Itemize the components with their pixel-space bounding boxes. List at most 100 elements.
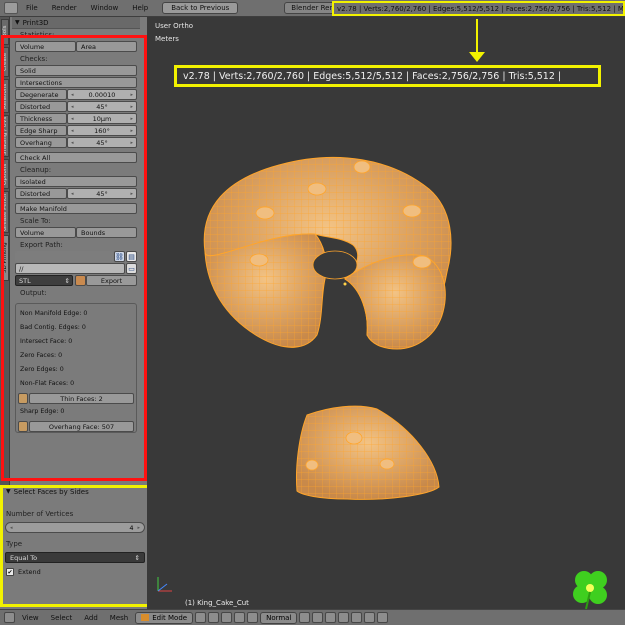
type-select[interactable]: Equal To ⇕ — [5, 552, 145, 563]
face-select-icon[interactable] — [325, 612, 337, 623]
panel-title: Print3D — [22, 18, 49, 27]
vertex-select-icon[interactable] — [299, 612, 311, 623]
distorted-field[interactable]: ◂ 45° ▸ — [67, 101, 137, 112]
output-box: Non Manifold Edge: 0 Bad Contig. Edges: … — [15, 303, 137, 433]
make-manifold-button[interactable]: Make Manifold — [15, 203, 137, 214]
statistics-label: Statistics: — [20, 31, 55, 39]
intersections-button[interactable]: Intersections — [15, 77, 137, 88]
menu-file[interactable]: File — [20, 4, 44, 12]
select-icon — [18, 421, 28, 432]
viewport-header-bar: View Select Add Mesh Edit Mode Normal — [0, 609, 625, 625]
select-icon — [18, 393, 28, 404]
tab-grease-pencil[interactable]: Grease Pencil — [1, 191, 9, 233]
check-all-button[interactable]: Check All — [15, 152, 137, 163]
output-line: Non-Flat Faces: 0 — [20, 380, 75, 387]
export-button[interactable]: Export — [86, 275, 137, 286]
king-cake-ring-mesh[interactable] — [203, 156, 452, 350]
select-faces-operator-panel: ▼ Select Faces by Sides Number of Vertic… — [0, 485, 150, 609]
output-line: Zero Faces: 0 — [20, 352, 63, 359]
3d-viewport[interactable]: User Ortho Meters v2.78 | Verts:2,760/2,… — [147, 17, 625, 609]
output-line: Bad Contig. Edges: 0 — [20, 324, 86, 331]
render-icon[interactable] — [377, 612, 389, 623]
menu-render[interactable]: Render — [46, 4, 83, 12]
king-cake-slice-mesh[interactable] — [296, 405, 440, 500]
edge-sharp-field[interactable]: ◂ 160° ▸ — [67, 125, 137, 136]
menu-view[interactable]: View — [17, 614, 44, 622]
scale-bounds-button[interactable]: Bounds — [76, 227, 137, 238]
mode-select[interactable]: Edit Mode — [135, 611, 194, 624]
checkmark-icon: ✔ — [6, 568, 14, 576]
output-line: Sharp Edge: 0 — [20, 408, 65, 415]
edit-mode-icon — [141, 614, 150, 621]
export-path-label: Export Path: — [20, 241, 63, 249]
orientation-select[interactable]: Normal — [260, 611, 298, 624]
back-to-previous-button[interactable]: Back to Previous — [162, 2, 239, 14]
menu-mesh[interactable]: Mesh — [105, 614, 133, 622]
thickness-button[interactable]: Thickness — [15, 113, 67, 124]
collapse-triangle-icon: ▼ — [15, 19, 20, 26]
output-line: Zero Edges: 0 — [20, 366, 64, 373]
tab-create[interactable]: Create — [1, 47, 9, 77]
tab-tools[interactable]: Tools — [1, 19, 9, 45]
manipulator-icon[interactable] — [221, 612, 233, 623]
blender-window: File Render Window Help Back to Previous… — [0, 0, 625, 625]
edge-sharp-button[interactable]: Edge Sharp — [15, 125, 67, 136]
file-browser-icon[interactable]: ▤ — [126, 251, 137, 262]
collapse-triangle-icon: ▼ — [6, 488, 11, 495]
scale-volume-button[interactable]: Volume — [15, 227, 76, 238]
degenerate-button[interactable]: Degenerate — [15, 89, 67, 100]
print3d-panel: ▼ Print3D Statistics: Volume Area Checks… — [12, 17, 140, 433]
volume-button[interactable]: Volume — [15, 41, 76, 52]
tab-options[interactable]: Options — [1, 159, 9, 189]
operator-panel-header[interactable]: ▼ Select Faces by Sides — [0, 485, 150, 498]
dropdown-arrows-icon: ⇕ — [64, 276, 70, 285]
axis-gizmo-icon — [157, 577, 172, 592]
cleanup-distorted-field[interactable]: ◂ 45° ▸ — [67, 188, 137, 199]
overhang-faces-button[interactable]: Overhang Face: 507 — [29, 421, 134, 432]
edge-select-icon[interactable] — [312, 612, 324, 623]
proportional-edit-icon[interactable] — [351, 612, 363, 623]
editor-type-icon[interactable] — [4, 2, 18, 14]
export-path-input[interactable]: // — [15, 263, 125, 274]
folder-icon[interactable]: ▭ — [126, 263, 137, 274]
cleanup-distorted-button[interactable]: Distorted — [15, 188, 67, 199]
rotate-icon[interactable] — [247, 612, 259, 623]
thin-faces-button[interactable]: Thin Faces: 2 — [29, 393, 134, 404]
tab-relations[interactable]: Relations — [1, 79, 9, 113]
print3d-panel-header[interactable]: ▼ Print3D — [12, 17, 140, 29]
isolated-button[interactable]: Isolated — [15, 176, 137, 187]
tab-shading-uvs[interactable]: Shading / UVs — [1, 115, 9, 157]
menu-help[interactable]: Help — [126, 4, 154, 12]
extend-checkbox[interactable]: ✔ Extend — [6, 568, 144, 576]
solid-button[interactable]: Solid — [15, 65, 137, 76]
thickness-field[interactable]: ◂ 10µm ▸ — [67, 113, 137, 124]
tab-3d-printing[interactable]: 3D Printing — [1, 235, 9, 281]
overhang-button[interactable]: Overhang — [15, 137, 67, 148]
num-vertices-label: Number of Vertices — [6, 510, 74, 518]
menu-add[interactable]: Add — [79, 614, 103, 622]
export-format-select[interactable]: STL ⇕ — [15, 275, 73, 286]
distorted-button[interactable]: Distorted — [15, 101, 67, 112]
num-vertices-slider[interactable]: ◂ 4 ▸ — [5, 522, 145, 533]
type-label: Type — [6, 540, 23, 548]
menu-window[interactable]: Window — [85, 4, 125, 12]
pivot-icon[interactable] — [208, 612, 220, 623]
output-line: Intersect Face: 0 — [20, 338, 73, 345]
mesh-drawing — [203, 156, 452, 500]
link-icon[interactable]: ⛓ — [114, 251, 125, 262]
snap-icon[interactable] — [364, 612, 376, 623]
degenerate-field[interactable]: ◂ 0.00010 ▸ — [67, 89, 137, 100]
translate-icon[interactable] — [234, 612, 246, 623]
area-button[interactable]: Area — [76, 41, 137, 52]
xray-icon[interactable] — [338, 612, 350, 623]
output-line: Non Manifold Edge: 0 — [20, 310, 88, 317]
overhang-field[interactable]: ◂ 45° ▸ — [67, 137, 137, 148]
dropdown-arrows-icon: ⇕ — [134, 553, 140, 562]
shading-icon[interactable] — [195, 612, 207, 623]
object-name-label: (1) King_Cake_Cut — [185, 599, 249, 607]
menu-select[interactable]: Select — [46, 614, 78, 622]
editor-type-icon[interactable] — [4, 612, 15, 623]
checks-label: Checks: — [20, 55, 48, 63]
clover-logo-icon — [573, 571, 607, 610]
scale-to-label: Scale To: — [20, 217, 51, 225]
